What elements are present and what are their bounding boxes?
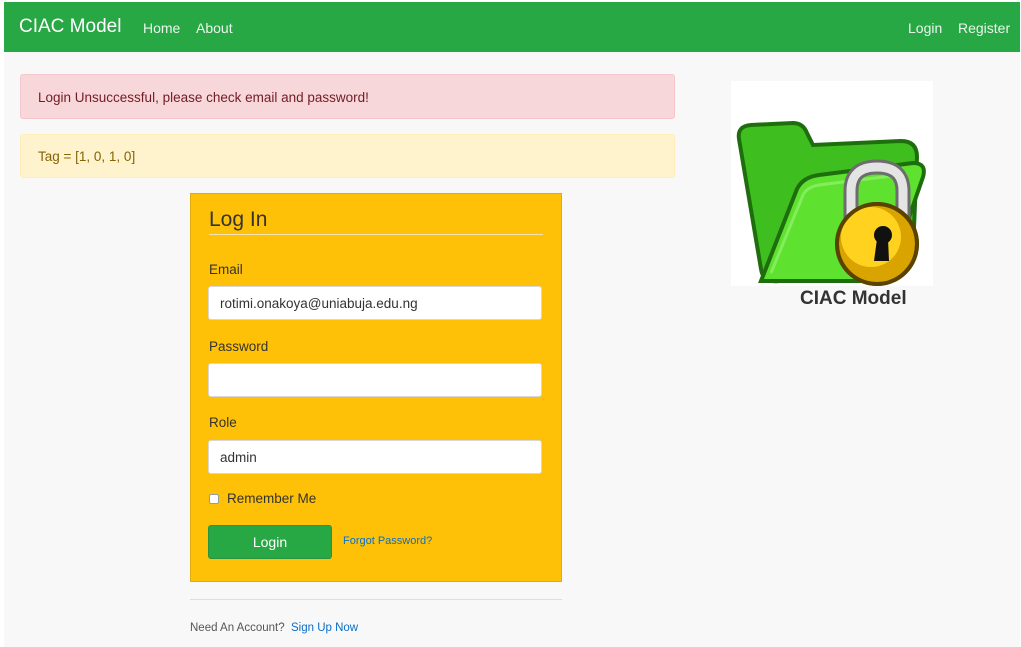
role-field[interactable]: [208, 440, 542, 474]
brand-link[interactable]: CIAC Model: [19, 16, 121, 38]
logo-image: [731, 81, 933, 286]
remember-me-checkbox[interactable]: [209, 494, 219, 504]
nav-home-link[interactable]: Home: [143, 20, 180, 37]
navbar: CIAC Model Home About Login Register: [4, 2, 1020, 52]
nav-about-link[interactable]: About: [196, 20, 233, 37]
password-field[interactable]: [208, 363, 542, 397]
page: CIAC Model Home About Login Register Log…: [4, 2, 1020, 647]
login-legend: Log In: [209, 208, 543, 235]
email-field[interactable]: [208, 286, 542, 320]
login-button[interactable]: Login: [208, 525, 332, 559]
password-label: Password: [209, 339, 269, 354]
remember-me-label[interactable]: Remember Me: [227, 491, 316, 507]
divider: [190, 599, 562, 600]
email-label: Email: [209, 262, 243, 277]
logo-caption: CIAC Model: [800, 288, 907, 309]
forgot-password-link[interactable]: Forgot Password?: [343, 535, 432, 548]
sign-up-link[interactable]: Sign Up Now: [291, 622, 358, 635]
login-error-alert: Login Unsuccessful, please check email a…: [20, 74, 675, 119]
login-card: Log In Email Password Role Remember Me L…: [190, 193, 562, 582]
tag-info-alert: Tag = [1, 0, 1, 0]: [20, 134, 675, 178]
nav-register-link[interactable]: Register: [958, 20, 1010, 37]
need-account-text: Need An Account?: [190, 622, 285, 634]
locked-folder-icon: [736, 120, 926, 286]
role-label: Role: [209, 415, 237, 430]
nav-login-link[interactable]: Login: [908, 20, 942, 37]
